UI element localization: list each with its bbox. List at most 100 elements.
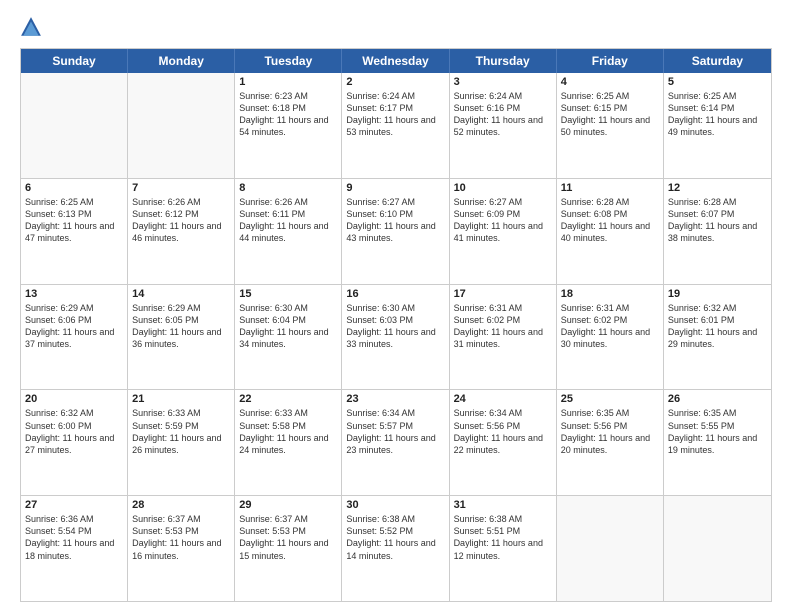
- calendar-row: 6 Sunrise: 6:25 AM Sunset: 6:13 PM Daylig…: [21, 179, 771, 285]
- day-number: 25: [561, 393, 659, 405]
- day-info: Sunrise: 6:30 AM Sunset: 6:04 PM Dayligh…: [239, 302, 337, 351]
- day-info: Sunrise: 6:34 AM Sunset: 5:57 PM Dayligh…: [346, 407, 444, 456]
- day-number: 3: [454, 76, 552, 88]
- calendar-cell: 3Sunrise: 6:24 AM Sunset: 6:16 PM Daylig…: [450, 73, 557, 178]
- calendar-row: 1 Sunrise: 6:23 AM Sunset: 6:18 PM Daylig…: [21, 73, 771, 179]
- calendar-cell: 4 Sunrise: 6:25 AM Sunset: 6:15 PM Daylig…: [557, 73, 664, 178]
- day-number: 23: [346, 393, 444, 405]
- calendar-cell: 13 Sunrise: 6:29 AM Sunset: 6:06 PM Dayli…: [21, 285, 128, 390]
- day-number: 13: [25, 288, 123, 300]
- day-info: Sunrise: 6:27 AM Sunset: 6:09 PM Dayligh…: [454, 196, 552, 245]
- day-number: 21: [132, 393, 230, 405]
- day-number: 24: [454, 393, 552, 405]
- calendar-cell: 12 Sunrise: 6:28 AM Sunset: 6:07 PM Dayli…: [664, 179, 771, 284]
- day-info: Sunrise: 6:26 AM Sunset: 6:11 PM Dayligh…: [239, 196, 337, 245]
- calendar-cell: 30 Sunrise: 6:38 AM Sunset: 5:52 PM Dayli…: [342, 496, 449, 601]
- calendar-cell: 16Sunrise: 6:30 AM Sunset: 6:03 PM Dayli…: [342, 285, 449, 390]
- weekday-header: Thursday: [450, 49, 557, 73]
- calendar-cell: 25 Sunrise: 6:35 AM Sunset: 5:56 PM Dayli…: [557, 390, 664, 495]
- day-number: 26: [668, 393, 767, 405]
- day-number: 5: [668, 76, 767, 88]
- calendar-cell: 23 Sunrise: 6:34 AM Sunset: 5:57 PM Dayli…: [342, 390, 449, 495]
- day-number: 8: [239, 182, 337, 194]
- day-info: Sunrise: 6:31 AM Sunset: 6:02 PM Dayligh…: [454, 302, 552, 351]
- calendar-body: 1 Sunrise: 6:23 AM Sunset: 6:18 PM Daylig…: [21, 73, 771, 601]
- weekday-header: Sunday: [21, 49, 128, 73]
- calendar-cell: 19 Sunrise: 6:32 AM Sunset: 6:01 PM Dayli…: [664, 285, 771, 390]
- day-number: 16: [346, 288, 444, 300]
- day-info: Sunrise: 6:33 AM Sunset: 5:58 PM Dayligh…: [239, 407, 337, 456]
- calendar-cell: 24 Sunrise: 6:34 AM Sunset: 5:56 PM Dayli…: [450, 390, 557, 495]
- day-number: 20: [25, 393, 123, 405]
- day-info: Sunrise: 6:29 AM Sunset: 6:06 PM Dayligh…: [25, 302, 123, 351]
- day-number: 19: [668, 288, 767, 300]
- day-info: Sunrise: 6:32 AM Sunset: 6:00 PM Dayligh…: [25, 407, 123, 456]
- calendar-cell: [664, 496, 771, 601]
- calendar-cell: 9 Sunrise: 6:27 AM Sunset: 6:10 PM Daylig…: [342, 179, 449, 284]
- day-info: Sunrise: 6:27 AM Sunset: 6:10 PM Dayligh…: [346, 196, 444, 245]
- day-number: 1: [239, 76, 337, 88]
- day-info: Sunrise: 6:35 AM Sunset: 5:56 PM Dayligh…: [561, 407, 659, 456]
- day-info: Sunrise: 6:25 AM Sunset: 6:13 PM Dayligh…: [25, 196, 123, 245]
- weekday-header: Friday: [557, 49, 664, 73]
- calendar-cell: 29 Sunrise: 6:37 AM Sunset: 5:53 PM Dayli…: [235, 496, 342, 601]
- day-info: Sunrise: 6:28 AM Sunset: 6:07 PM Dayligh…: [668, 196, 767, 245]
- day-info: Sunrise: 6:31 AM Sunset: 6:02 PM Dayligh…: [561, 302, 659, 351]
- calendar: SundayMondayTuesdayWednesdayThursdayFrid…: [20, 48, 772, 602]
- day-number: 11: [561, 182, 659, 194]
- calendar-cell: 7Sunrise: 6:26 AM Sunset: 6:12 PM Daylig…: [128, 179, 235, 284]
- calendar-cell: 1 Sunrise: 6:23 AM Sunset: 6:18 PM Daylig…: [235, 73, 342, 178]
- calendar-cell: 8 Sunrise: 6:26 AM Sunset: 6:11 PM Daylig…: [235, 179, 342, 284]
- day-info: Sunrise: 6:29 AM Sunset: 6:05 PM Dayligh…: [132, 302, 230, 351]
- day-number: 29: [239, 499, 337, 511]
- day-number: 2: [346, 76, 444, 88]
- weekday-header: Monday: [128, 49, 235, 73]
- calendar-cell: [128, 73, 235, 178]
- calendar-cell: 20 Sunrise: 6:32 AM Sunset: 6:00 PM Dayli…: [21, 390, 128, 495]
- day-number: 30: [346, 499, 444, 511]
- page: SundayMondayTuesdayWednesdayThursdayFrid…: [0, 0, 792, 612]
- day-info: Sunrise: 6:36 AM Sunset: 5:54 PM Dayligh…: [25, 513, 123, 562]
- day-info: Sunrise: 6:26 AM Sunset: 6:12 PM Dayligh…: [132, 196, 230, 245]
- calendar-header-row: SundayMondayTuesdayWednesdayThursdayFrid…: [21, 49, 771, 73]
- calendar-cell: 11 Sunrise: 6:28 AM Sunset: 6:08 PM Dayli…: [557, 179, 664, 284]
- calendar-cell: [557, 496, 664, 601]
- day-number: 12: [668, 182, 767, 194]
- day-info: Sunrise: 6:25 AM Sunset: 6:15 PM Dayligh…: [561, 90, 659, 139]
- day-number: 14: [132, 288, 230, 300]
- weekday-header: Saturday: [664, 49, 771, 73]
- calendar-cell: 10 Sunrise: 6:27 AM Sunset: 6:09 PM Dayli…: [450, 179, 557, 284]
- day-info: Sunrise: 6:38 AM Sunset: 5:52 PM Dayligh…: [346, 513, 444, 562]
- calendar-cell: 22 Sunrise: 6:33 AM Sunset: 5:58 PM Dayli…: [235, 390, 342, 495]
- day-number: 9: [346, 182, 444, 194]
- calendar-cell: 28Sunrise: 6:37 AM Sunset: 5:53 PM Dayli…: [128, 496, 235, 601]
- day-info: Sunrise: 6:38 AM Sunset: 5:51 PM Dayligh…: [454, 513, 552, 562]
- header: [20, 16, 772, 38]
- day-info: Sunrise: 6:24 AM Sunset: 6:17 PM Dayligh…: [346, 90, 444, 139]
- calendar-row: 13 Sunrise: 6:29 AM Sunset: 6:06 PM Dayli…: [21, 285, 771, 391]
- calendar-cell: [21, 73, 128, 178]
- day-info: Sunrise: 6:34 AM Sunset: 5:56 PM Dayligh…: [454, 407, 552, 456]
- calendar-cell: 26Sunrise: 6:35 AM Sunset: 5:55 PM Dayli…: [664, 390, 771, 495]
- day-info: Sunrise: 6:28 AM Sunset: 6:08 PM Dayligh…: [561, 196, 659, 245]
- day-number: 17: [454, 288, 552, 300]
- calendar-cell: 17 Sunrise: 6:31 AM Sunset: 6:02 PM Dayli…: [450, 285, 557, 390]
- calendar-cell: 31 Sunrise: 6:38 AM Sunset: 5:51 PM Dayli…: [450, 496, 557, 601]
- calendar-cell: 15Sunrise: 6:30 AM Sunset: 6:04 PM Dayli…: [235, 285, 342, 390]
- day-number: 22: [239, 393, 337, 405]
- weekday-header: Tuesday: [235, 49, 342, 73]
- day-number: 31: [454, 499, 552, 511]
- day-info: Sunrise: 6:32 AM Sunset: 6:01 PM Dayligh…: [668, 302, 767, 351]
- day-info: Sunrise: 6:37 AM Sunset: 5:53 PM Dayligh…: [132, 513, 230, 562]
- day-info: Sunrise: 6:33 AM Sunset: 5:59 PM Dayligh…: [132, 407, 230, 456]
- day-info: Sunrise: 6:37 AM Sunset: 5:53 PM Dayligh…: [239, 513, 337, 562]
- calendar-row: 20 Sunrise: 6:32 AM Sunset: 6:00 PM Dayli…: [21, 390, 771, 496]
- logo-icon: [20, 16, 42, 38]
- calendar-row: 27Sunrise: 6:36 AM Sunset: 5:54 PM Dayli…: [21, 496, 771, 601]
- day-info: Sunrise: 6:23 AM Sunset: 6:18 PM Dayligh…: [239, 90, 337, 139]
- day-number: 6: [25, 182, 123, 194]
- calendar-cell: 27Sunrise: 6:36 AM Sunset: 5:54 PM Dayli…: [21, 496, 128, 601]
- day-number: 4: [561, 76, 659, 88]
- day-number: 10: [454, 182, 552, 194]
- calendar-cell: 21 Sunrise: 6:33 AM Sunset: 5:59 PM Dayli…: [128, 390, 235, 495]
